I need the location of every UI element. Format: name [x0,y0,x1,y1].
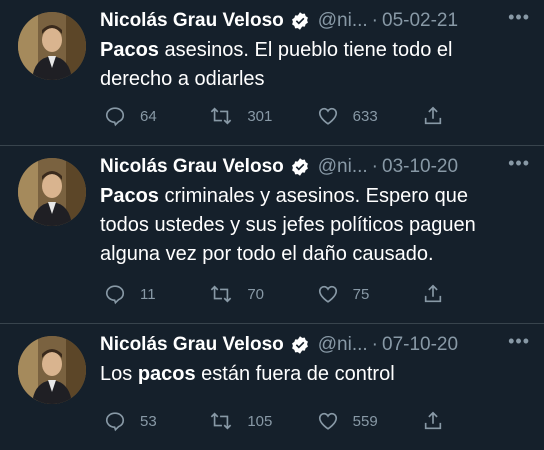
retweet-button[interactable]: 70 [209,283,316,305]
tweet[interactable]: Nicolás Grau Veloso @ni... · 05-02-21 ••… [0,0,544,146]
verified-badge-icon [290,11,310,31]
reply-icon [104,105,126,127]
tweet-actions: 64 301 633 [104,105,444,127]
tweet-date[interactable]: 05-02-21 [382,10,458,32]
like-count: 559 [352,412,378,430]
more-horizontal-icon[interactable]: ••• [508,154,530,172]
reply-count: 53 [140,412,157,430]
author-name[interactable]: Nicolás Grau Veloso [100,156,284,178]
verified-badge-icon [290,335,310,355]
like-count: 633 [352,107,378,125]
like-button[interactable]: 633 [317,105,422,127]
tweet-text-bold: Pacos [100,185,159,207]
avatar[interactable] [18,12,86,80]
like-button[interactable]: 559 [317,410,422,432]
avatar[interactable] [18,336,86,404]
tweet-date[interactable]: 03-10-20 [382,156,458,178]
retweet-icon [209,105,233,127]
tweet-text-after: están fuera de control [195,363,395,385]
retweet-button[interactable]: 301 [209,105,316,127]
reply-count: 11 [140,285,156,303]
retweet-icon [209,410,233,432]
heart-icon [317,105,339,127]
author-name[interactable]: Nicolás Grau Veloso [100,334,284,356]
retweet-count: 105 [247,412,273,430]
reply-icon [104,283,126,305]
tweet-text: Pacos criminales y asesinos. Espero que … [100,182,510,269]
share-button[interactable] [422,105,444,127]
retweet-count: 70 [247,285,265,303]
heart-icon [317,410,339,432]
reply-icon [104,410,126,432]
tweet-text-bold: pacos [137,363,196,385]
reply-button[interactable]: 11 [104,283,209,305]
tweet-text-bold: Pacos [100,39,159,61]
tweet[interactable]: Nicolás Grau Veloso @ni... · 07-10-20 ••… [0,324,544,450]
share-button[interactable] [422,283,444,305]
author-name[interactable]: Nicolás Grau Veloso [100,10,284,32]
retweet-count: 301 [247,107,273,125]
tweet-feed: Nicolás Grau Veloso @ni... · 05-02-21 ••… [0,0,544,450]
like-count: 75 [352,285,370,303]
heart-icon [317,283,339,305]
author-handle[interactable]: @ni... [318,10,368,32]
avatar[interactable] [18,158,86,226]
separator-dot: · [371,156,378,177]
verified-badge-icon [290,157,310,177]
separator-dot: · [371,10,378,31]
share-icon [422,410,444,432]
retweet-button[interactable]: 105 [209,410,316,432]
tweet[interactable]: Nicolás Grau Veloso @ni... · 03-10-20 ••… [0,146,544,324]
tweet-text: Los pacos están fuera de control [100,360,510,389]
reply-button[interactable]: 53 [104,410,209,432]
share-icon [422,105,444,127]
reply-count: 64 [140,107,157,125]
reply-button[interactable]: 64 [104,105,209,127]
retweet-icon [209,283,233,305]
author-handle[interactable]: @ni... [318,156,368,178]
like-button[interactable]: 75 [317,283,422,305]
tweet-text-before: Los [100,363,138,385]
author-handle[interactable]: @ni... [318,334,368,356]
more-horizontal-icon[interactable]: ••• [508,8,530,26]
tweet-date[interactable]: 07-10-20 [382,334,458,356]
share-icon [422,283,444,305]
separator-dot: · [371,334,378,355]
tweet-actions: 53 105 559 [104,410,444,432]
tweet-text: Pacos asesinos. El pueblo tiene todo el … [100,36,510,94]
share-button[interactable] [422,410,444,432]
tweet-actions: 11 70 75 [104,283,444,305]
more-horizontal-icon[interactable]: ••• [508,332,530,350]
